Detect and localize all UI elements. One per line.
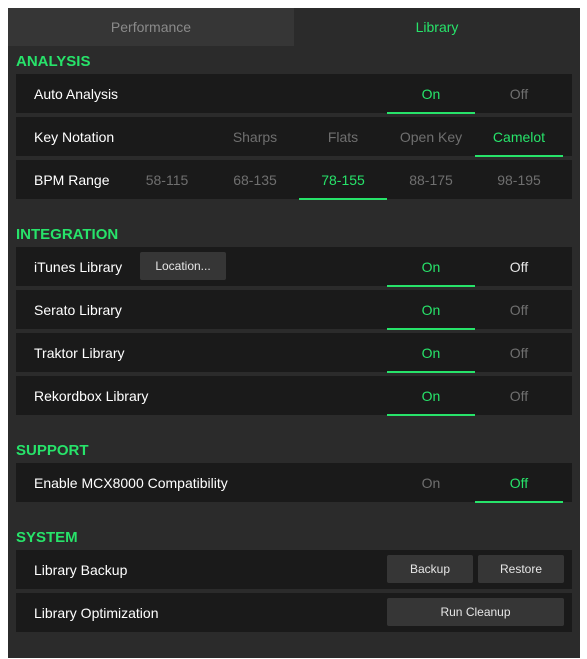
- section-integration-header: INTEGRATION: [16, 226, 119, 243]
- section-analysis-header: ANALYSIS: [16, 53, 91, 70]
- itunes-on-button[interactable]: On: [387, 247, 475, 287]
- bpm-range-row: BPM Range 58-115 68-135 78-155 88-175 98…: [16, 160, 572, 200]
- auto-analysis-off-button[interactable]: Off: [475, 74, 563, 113]
- section-support-header: SUPPORT: [16, 442, 89, 459]
- itunes-library-label: iTunes Library: [34, 258, 123, 275]
- traktor-on-button[interactable]: On: [387, 333, 475, 373]
- key-notation-camelot-button[interactable]: Camelot: [475, 117, 563, 157]
- rekordbox-off-button[interactable]: Off: [475, 376, 563, 415]
- key-notation-sharps-button[interactable]: Sharps: [211, 117, 299, 156]
- key-notation-openkey-button[interactable]: Open Key: [387, 117, 475, 156]
- serato-library-label: Serato Library: [34, 301, 122, 318]
- itunes-location-button[interactable]: Location...: [140, 252, 226, 280]
- serato-on-button[interactable]: On: [387, 290, 475, 330]
- itunes-library-row: iTunes Library Location... On Off: [16, 247, 572, 287]
- tab-library[interactable]: Library: [294, 8, 580, 46]
- traktor-library-row: Traktor Library On Off: [16, 333, 572, 373]
- mcx8000-off-button[interactable]: Off: [475, 463, 563, 503]
- auto-analysis-row: Auto Analysis On Off: [16, 74, 572, 114]
- bpm-range-68-135-button[interactable]: 68-135: [211, 160, 299, 199]
- tab-performance[interactable]: Performance: [8, 8, 294, 46]
- serato-off-button[interactable]: Off: [475, 290, 563, 329]
- library-backup-label: Library Backup: [34, 561, 128, 578]
- bpm-range-label: BPM Range: [34, 171, 110, 188]
- mcx8000-row: Enable MCX8000 Compatibility On Off: [16, 463, 572, 503]
- traktor-off-button[interactable]: Off: [475, 333, 563, 372]
- traktor-library-label: Traktor Library: [34, 344, 125, 361]
- rekordbox-library-row: Rekordbox Library On Off: [16, 376, 572, 416]
- section-system-header: SYSTEM: [16, 529, 78, 546]
- backup-button[interactable]: Backup: [387, 555, 473, 583]
- library-backup-row: Library Backup Backup Restore: [16, 550, 572, 589]
- auto-analysis-label: Auto Analysis: [34, 85, 119, 102]
- serato-library-row: Serato Library On Off: [16, 290, 572, 330]
- itunes-off-button[interactable]: Off: [475, 247, 563, 286]
- mcx8000-on-button[interactable]: On: [387, 463, 475, 502]
- preferences-panel: Performance Library ANALYSIS Auto Analys…: [8, 8, 580, 658]
- bpm-range-78-155-button[interactable]: 78-155: [299, 160, 387, 200]
- bpm-range-98-195-button[interactable]: 98-195: [475, 160, 563, 199]
- library-optimization-row: Library Optimization Run Cleanup: [16, 593, 572, 632]
- run-cleanup-button[interactable]: Run Cleanup: [387, 598, 564, 626]
- key-notation-flats-button[interactable]: Flats: [299, 117, 387, 156]
- mcx8000-label: Enable MCX8000 Compatibility: [34, 474, 228, 491]
- rekordbox-library-label: Rekordbox Library: [34, 387, 149, 404]
- bpm-range-58-115-button[interactable]: 58-115: [123, 160, 211, 199]
- bpm-range-88-175-button[interactable]: 88-175: [387, 160, 475, 199]
- auto-analysis-on-button[interactable]: On: [387, 74, 475, 114]
- key-notation-label: Key Notation: [34, 128, 115, 145]
- library-optimization-label: Library Optimization: [34, 604, 159, 621]
- rekordbox-on-button[interactable]: On: [387, 376, 475, 416]
- tab-bar: Performance Library: [8, 8, 580, 46]
- restore-button[interactable]: Restore: [478, 555, 564, 583]
- key-notation-row: Key Notation Sharps Flats Open Key Camel…: [16, 117, 572, 157]
